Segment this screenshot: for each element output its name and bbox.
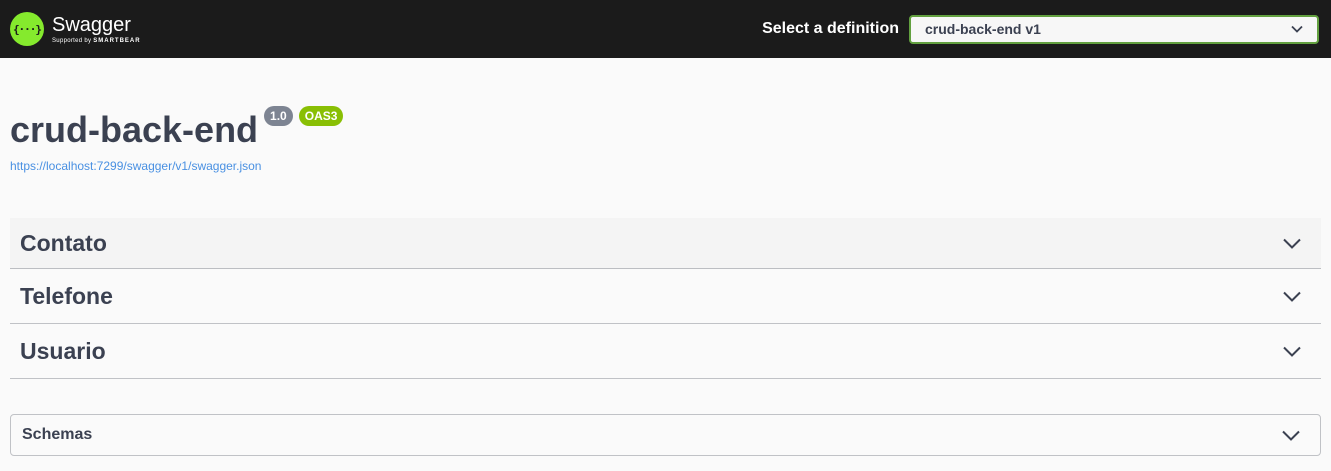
brand-text: Swagger Supported by SMARTBEAR bbox=[52, 15, 141, 44]
tag-name: Usuario bbox=[20, 337, 106, 364]
chevron-down-icon bbox=[1291, 25, 1303, 33]
select-definition-label: Select a definition bbox=[762, 20, 899, 37]
definition-selected-value: crud-back-end v1 bbox=[925, 21, 1041, 37]
schemas-section[interactable]: Schemas bbox=[10, 414, 1321, 456]
tag-section-telefone[interactable]: Telefone bbox=[10, 269, 1321, 324]
swagger-logo-icon: {···} bbox=[10, 12, 44, 46]
brand-sub-name: SMARTBEAR bbox=[93, 37, 141, 44]
chevron-down-icon bbox=[1282, 430, 1300, 441]
brand-sub-prefix: Supported by bbox=[52, 37, 92, 44]
tag-section-usuario[interactable]: Usuario bbox=[10, 324, 1321, 379]
definition-select[interactable]: crud-back-end v1 bbox=[909, 14, 1319, 44]
brand-name: Swagger bbox=[52, 13, 131, 36]
tag-name: Contato bbox=[20, 229, 107, 256]
tag-list: Contato Telefone Usuario bbox=[10, 218, 1321, 379]
brand-subtitle: Supported by SMARTBEAR bbox=[52, 38, 141, 44]
page-title: crud-back-end bbox=[10, 109, 259, 150]
swagger-logo[interactable]: {···} Swagger Supported by SMARTBEAR bbox=[10, 12, 141, 46]
chevron-down-icon bbox=[1283, 346, 1301, 357]
chevron-down-icon bbox=[1283, 238, 1301, 249]
spec-url-link[interactable]: https://localhost:7299/swagger/v1/swagge… bbox=[10, 159, 1321, 173]
tag-section-contato[interactable]: Contato bbox=[10, 218, 1321, 269]
topbar: {···} Swagger Supported by SMARTBEAR Sel… bbox=[0, 0, 1331, 58]
api-info: crud-back-end 1.0 OAS3 https://localhost… bbox=[0, 58, 1331, 173]
chevron-down-icon bbox=[1283, 291, 1301, 302]
definition-selector: Select a definition crud-back-end v1 bbox=[762, 14, 1319, 44]
title-row: crud-back-end 1.0 OAS3 bbox=[10, 106, 1321, 148]
version-badge: 1.0 bbox=[264, 106, 293, 127]
schemas-title: Schemas bbox=[22, 426, 93, 443]
tag-name: Telefone bbox=[20, 282, 113, 309]
oas-badge: OAS3 bbox=[298, 106, 344, 127]
